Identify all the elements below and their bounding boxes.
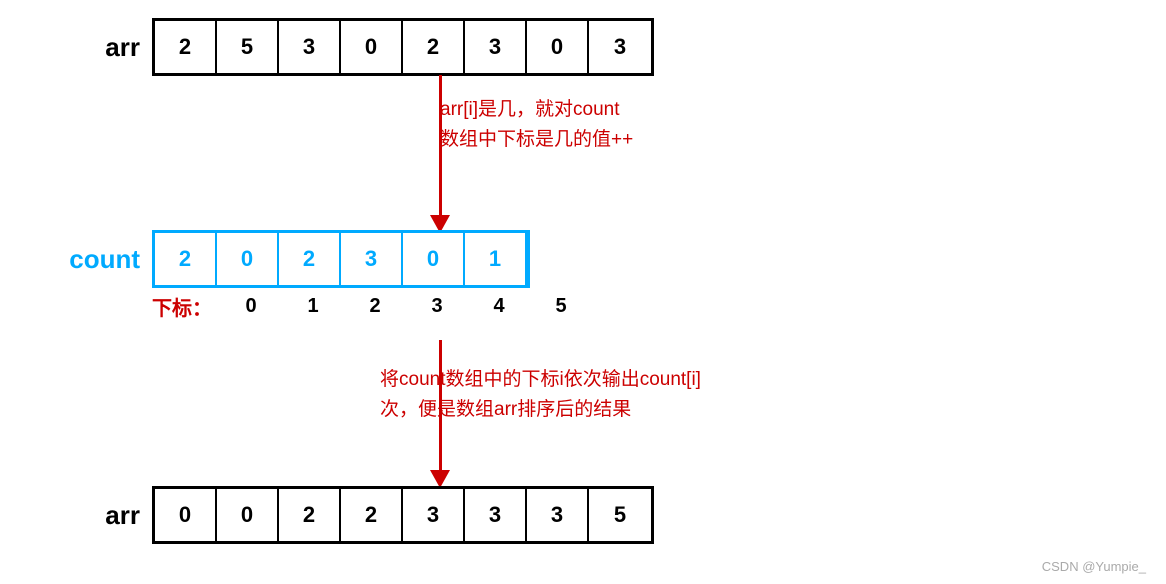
- count-cell-3: 3: [341, 233, 403, 285]
- arr-top-cell-2: 3: [279, 21, 341, 73]
- arr-top-label: arr: [60, 32, 140, 63]
- arrow-line-2: [439, 340, 442, 470]
- arr-bottom-cell-3: 2: [341, 489, 403, 541]
- arr-top-cell-5: 3: [465, 21, 527, 73]
- count-cell-1: 0: [217, 233, 279, 285]
- arr-top-box: 2 5 3 0 2 3 0 3: [152, 18, 654, 76]
- arr-bottom-cell-6: 3: [527, 489, 589, 541]
- arr-top-cell-6: 0: [527, 21, 589, 73]
- count-cell-5: 1: [465, 233, 527, 285]
- arr-bottom-label: arr: [60, 500, 140, 531]
- annotation-bottom-line2: 次，便是数组arr排序后的结果: [380, 395, 701, 425]
- arr-bottom-section: arr 0 0 2 2 3 3 3 5: [60, 486, 654, 544]
- arr-top-cell-3: 0: [341, 21, 403, 73]
- arr-bottom-box: 0 0 2 2 3 3 3 5: [152, 486, 654, 544]
- count-label: count: [60, 244, 140, 275]
- annotation-bottom-line1: 将count数组中的下标i依次输出count[i]: [380, 365, 701, 395]
- annotation-bottom: 将count数组中的下标i依次输出count[i] 次，便是数组arr排序后的结…: [380, 365, 701, 426]
- watermark: CSDN @Yumpie_: [1042, 559, 1146, 574]
- count-row: count 2 0 2 3 0 1: [60, 230, 592, 288]
- count-cell-0: 2: [155, 233, 217, 285]
- index-4: 4: [468, 295, 530, 318]
- index-1: 1: [282, 295, 344, 318]
- arr-top-cell-4: 2: [403, 21, 465, 73]
- arr-bottom-cell-5: 3: [465, 489, 527, 541]
- arr-top-section: arr 2 5 3 0 2 3 0 3: [60, 18, 654, 76]
- arr-top-cell-7: 3: [589, 21, 651, 73]
- index-prefix: 下标：: [152, 292, 212, 321]
- arr-bottom-cell-0: 0: [155, 489, 217, 541]
- annotation-top-line1: arr[i]是几，就对count: [440, 95, 633, 125]
- count-cell-4: 0: [403, 233, 465, 285]
- index-2: 2: [344, 295, 406, 318]
- arrow-line-1: [439, 75, 442, 215]
- arr-top-cell-1: 5: [217, 21, 279, 73]
- index-0: 0: [220, 295, 282, 318]
- arr-bottom-cell-1: 0: [217, 489, 279, 541]
- index-5: 5: [530, 295, 592, 318]
- arr-bottom-cell-4: 3: [403, 489, 465, 541]
- index-3: 3: [406, 295, 468, 318]
- arr-bottom-cell-2: 2: [279, 489, 341, 541]
- arr-top-cell-0: 2: [155, 21, 217, 73]
- count-cell-2: 2: [279, 233, 341, 285]
- arrow-down-2: [430, 340, 450, 488]
- arr-bottom-cell-7: 5: [589, 489, 651, 541]
- count-section: count 2 0 2 3 0 1 下标： 0 1 2 3 4 5: [60, 230, 592, 321]
- count-box: 2 0 2 3 0 1: [152, 230, 530, 288]
- annotation-top: arr[i]是几，就对count 数组中下标是几的值++: [440, 95, 633, 156]
- annotation-top-line2: 数组中下标是几的值++: [440, 125, 633, 155]
- index-row: 下标： 0 1 2 3 4 5: [152, 292, 592, 321]
- arrow-down-1: [430, 75, 450, 233]
